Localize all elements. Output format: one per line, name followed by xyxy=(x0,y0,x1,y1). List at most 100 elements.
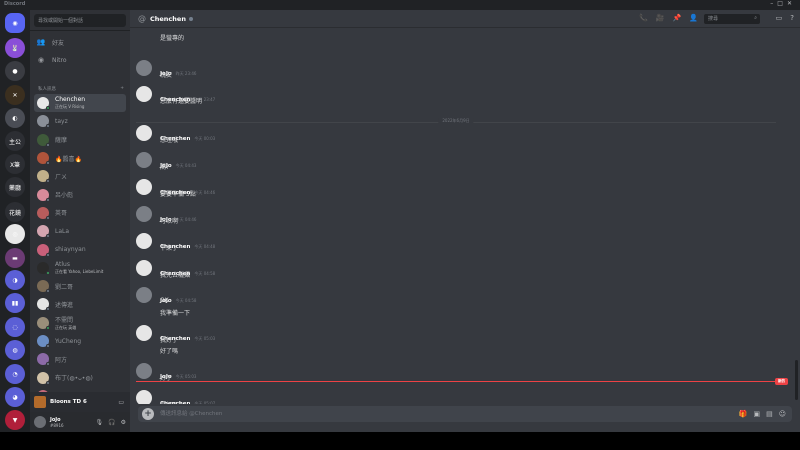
message-list: 2022年6月9日 新的 是蠻專的 JoJo 昨天 23:46 晚安 Chenchen 昨… xyxy=(130,28,792,404)
avatar xyxy=(37,371,50,385)
sticker-icon[interactable]: ▤ xyxy=(766,410,773,418)
guild-icon-guild-17[interactable]: ▼ xyxy=(5,410,25,430)
screen-share-icon[interactable]: ▭ xyxy=(118,399,124,406)
message-text: 是蠻專的 xyxy=(160,35,185,42)
pin-icon[interactable]: 📌 xyxy=(673,14,682,22)
guild-icon-guild-7[interactable]: 藥廳 xyxy=(5,177,25,197)
gift-icon[interactable]: 🎁 xyxy=(739,410,748,418)
message-composer: + 🎁 ▣ ▤ ☺ xyxy=(138,406,792,422)
message-timestamp: 今天 04:43 xyxy=(175,163,197,168)
guild-icon-guild-6[interactable]: X筆 xyxy=(5,154,25,174)
guild-icon-guild-12[interactable]: ▮▮ xyxy=(5,293,25,313)
dm-item[interactable]: Chenchen 正在玩 V Rising xyxy=(34,94,126,113)
scrollbar[interactable] xyxy=(795,360,798,400)
guild-icon-guild-14[interactable]: ◍ xyxy=(5,340,25,360)
message-timestamp: 今天 05:03 xyxy=(194,336,216,341)
avatar[interactable] xyxy=(136,325,152,341)
avatar[interactable] xyxy=(136,152,152,168)
nav-friends[interactable]: 👥 好友 xyxy=(34,35,126,49)
presence-indicator xyxy=(46,234,50,239)
day-separator: 2022年6月9日 xyxy=(136,118,776,124)
avatar[interactable] xyxy=(136,260,152,276)
guild-icon-guild-11[interactable]: ◑ xyxy=(5,270,25,290)
avatar xyxy=(37,206,50,220)
nav-nitro[interactable]: ◉ Nitro xyxy=(34,53,126,67)
dm-item[interactable]: Atlus 正在看 Yahoo, LiebeLimit xyxy=(34,259,126,277)
dm-item[interactable]: 阿方 xyxy=(34,350,126,368)
dm-item[interactable]: 🔥醬喜🔥 xyxy=(34,149,126,167)
settings-gear-icon[interactable]: ⚙ xyxy=(121,419,126,426)
avatar xyxy=(37,188,50,202)
avatar[interactable] xyxy=(136,125,152,141)
search-input[interactable]: 搜尋 ⌕ xyxy=(704,14,760,24)
dm-item[interactable]: LaLa xyxy=(34,222,126,240)
new-badge: 新的 xyxy=(775,378,788,385)
add-friend-icon[interactable]: 👤 xyxy=(689,14,698,22)
dm-item[interactable]: 呂小彪 xyxy=(34,185,126,203)
message-input[interactable] xyxy=(160,408,739,420)
guild-icon-guild-5[interactable]: 主公 xyxy=(5,131,25,151)
guild-icon-guild-10[interactable]: ▬ xyxy=(5,248,25,268)
avatar[interactable] xyxy=(136,179,152,195)
guild-icon-guild-15[interactable]: ◔ xyxy=(5,364,25,384)
message-text: 可以啊 xyxy=(160,218,179,225)
create-dm-icon[interactable]: + xyxy=(120,86,124,92)
dm-name: tayz xyxy=(55,117,68,125)
dm-item[interactable]: YuCheng xyxy=(34,332,126,350)
avatar[interactable] xyxy=(136,287,152,303)
guild-icon-guild-1[interactable]: 🐰 xyxy=(5,38,25,58)
dm-item[interactable]: 不需問 正在玩 英雄 xyxy=(34,314,126,332)
dm-item[interactable]: 英哥 xyxy=(34,204,126,222)
nav-nitro-label: Nitro xyxy=(52,56,67,64)
inbox-icon[interactable]: ▭ xyxy=(776,14,783,22)
dm-item[interactable]: ㄏㄨ xyxy=(34,167,126,185)
dm-item[interactable]: 布丁(◍•ᴗ•◍) xyxy=(34,368,126,386)
guild-icon-guild-16[interactable]: ◕ xyxy=(5,387,25,407)
guild-icon-guild-13[interactable]: ◌ xyxy=(5,317,25,337)
video-call-icon[interactable]: 🎥 xyxy=(656,14,665,22)
avatar[interactable] xyxy=(136,86,152,102)
microphone-icon[interactable]: 🎙 xyxy=(96,419,104,426)
dm-item[interactable]: shiaynyan xyxy=(34,240,126,258)
voice-call-icon[interactable]: 📞 xyxy=(639,14,648,22)
avatar xyxy=(37,225,50,239)
avatar[interactable] xyxy=(34,416,46,428)
guild-icon-home[interactable]: ◉ xyxy=(5,13,25,33)
guild-icon-guild-8[interactable]: 花鏡 xyxy=(5,202,25,222)
gif-icon[interactable]: ▣ xyxy=(753,410,760,418)
headphones-icon[interactable]: 🎧 xyxy=(108,419,115,426)
presence-indicator xyxy=(46,161,50,166)
dm-name: 呂小彪 xyxy=(55,192,74,200)
avatar[interactable] xyxy=(136,363,152,379)
message-timestamp: 今天 00:03 xyxy=(194,136,216,141)
presence-indicator xyxy=(46,215,50,220)
window-controls[interactable]: –□✕ xyxy=(770,0,796,7)
help-icon[interactable]: ? xyxy=(790,14,794,22)
presence-indicator xyxy=(46,124,50,129)
guild-icon-guild-4[interactable]: ◐ xyxy=(5,108,25,128)
dm-item[interactable]: 薩摩 xyxy=(34,131,126,149)
avatar xyxy=(37,298,50,312)
dm-item[interactable]: 劉二哥 xyxy=(34,277,126,295)
dm-name: Chenchen xyxy=(55,96,86,104)
message-text: OK xyxy=(160,297,169,304)
guild-icon-guild-2[interactable]: ● xyxy=(5,61,25,81)
main-chat: @ Chenchen 📞 🎥 📌 👤 搜尋 ⌕ ▭ ? 2022年6月9日 新的… xyxy=(130,10,800,432)
find-conversation-button[interactable]: 尋找或開始一個對話 xyxy=(34,14,126,27)
message-timestamp: 今天 05:03 xyxy=(175,374,197,379)
dm-name: LaLa xyxy=(55,227,70,235)
avatar[interactable] xyxy=(136,206,152,222)
at-icon: @ xyxy=(138,14,146,23)
guild-icon-guild-9[interactable]: ◎ xyxy=(5,224,25,244)
avatar[interactable] xyxy=(136,390,152,404)
channel-title: Chenchen xyxy=(150,14,186,23)
guild-icon-guild-3[interactable]: ✕ xyxy=(5,85,25,105)
dm-item[interactable]: 述傳進 xyxy=(34,295,126,313)
emoji-icon[interactable]: ☺ xyxy=(779,410,786,418)
avatar[interactable] xyxy=(136,60,152,76)
attach-plus-button[interactable]: + xyxy=(142,408,154,420)
avatar[interactable] xyxy=(136,233,152,249)
new-messages-divider: 新的 xyxy=(136,378,788,385)
message-timestamp: 今天 05:07 xyxy=(194,401,216,404)
dm-item[interactable]: tayz xyxy=(34,112,126,130)
